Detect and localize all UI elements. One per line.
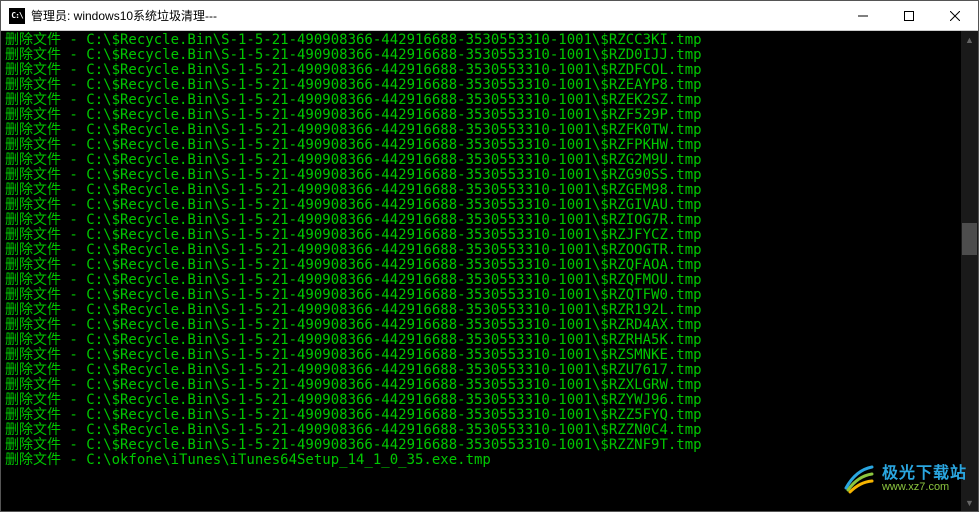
minimize-button[interactable]: [840, 1, 886, 30]
window-frame: C:\ 管理员: windows10系统垃圾清理--- 删除文件 - C:\$R…: [0, 0, 979, 512]
terminal-line: 删除文件 - C:\$Recycle.Bin\S-1-5-21-49090836…: [5, 153, 961, 168]
terminal-line: 删除文件 - C:\$Recycle.Bin\S-1-5-21-49090836…: [5, 93, 961, 108]
maximize-button[interactable]: [886, 1, 932, 30]
titlebar[interactable]: C:\ 管理员: windows10系统垃圾清理---: [1, 1, 978, 31]
terminal-line: 删除文件 - C:\$Recycle.Bin\S-1-5-21-49090836…: [5, 138, 961, 153]
vertical-scrollbar[interactable]: ▲ ▼: [961, 31, 978, 511]
terminal-line: 删除文件 - C:\$Recycle.Bin\S-1-5-21-49090836…: [5, 108, 961, 123]
terminal-line: 删除文件 - C:\$Recycle.Bin\S-1-5-21-49090836…: [5, 258, 961, 273]
terminal-line: 删除文件 - C:\$Recycle.Bin\S-1-5-21-49090836…: [5, 378, 961, 393]
terminal-line: 删除文件 - C:\$Recycle.Bin\S-1-5-21-49090836…: [5, 423, 961, 438]
terminal-line: 删除文件 - C:\$Recycle.Bin\S-1-5-21-49090836…: [5, 288, 961, 303]
terminal-line: 删除文件 - C:\$Recycle.Bin\S-1-5-21-49090836…: [5, 213, 961, 228]
terminal-line: 删除文件 - C:\$Recycle.Bin\S-1-5-21-49090836…: [5, 243, 961, 258]
terminal-line: 删除文件 - C:\$Recycle.Bin\S-1-5-21-49090836…: [5, 348, 961, 363]
terminal-line: 删除文件 - C:\$Recycle.Bin\S-1-5-21-49090836…: [5, 63, 961, 78]
terminal-line: 删除文件 - C:\$Recycle.Bin\S-1-5-21-49090836…: [5, 318, 961, 333]
terminal-line: 删除文件 - C:\$Recycle.Bin\S-1-5-21-49090836…: [5, 273, 961, 288]
scroll-down-arrow[interactable]: ▼: [961, 494, 978, 511]
terminal-line: 删除文件 - C:\$Recycle.Bin\S-1-5-21-49090836…: [5, 438, 961, 453]
scroll-up-arrow[interactable]: ▲: [961, 31, 978, 48]
terminal-line: 删除文件 - C:\$Recycle.Bin\S-1-5-21-49090836…: [5, 33, 961, 48]
terminal-line: 删除文件 - C:\$Recycle.Bin\S-1-5-21-49090836…: [5, 393, 961, 408]
terminal-output: 删除文件 - C:\$Recycle.Bin\S-1-5-21-49090836…: [1, 31, 961, 511]
terminal-line: 删除文件 - C:\$Recycle.Bin\S-1-5-21-49090836…: [5, 408, 961, 423]
terminal-line: 删除文件 - C:\$Recycle.Bin\S-1-5-21-49090836…: [5, 228, 961, 243]
terminal-line: 删除文件 - C:\$Recycle.Bin\S-1-5-21-49090836…: [5, 78, 961, 93]
terminal-body: 删除文件 - C:\$Recycle.Bin\S-1-5-21-49090836…: [1, 31, 978, 511]
window-controls: [840, 1, 978, 30]
terminal-line: 删除文件 - C:\$Recycle.Bin\S-1-5-21-49090836…: [5, 363, 961, 378]
terminal-line: 删除文件 - C:\$Recycle.Bin\S-1-5-21-49090836…: [5, 198, 961, 213]
terminal-line: 删除文件 - C:\$Recycle.Bin\S-1-5-21-49090836…: [5, 303, 961, 318]
terminal-line: 删除文件 - C:\okfone\iTunes\iTunes64Setup_14…: [5, 453, 961, 468]
scroll-thumb[interactable]: [962, 223, 977, 255]
terminal-line: 删除文件 - C:\$Recycle.Bin\S-1-5-21-49090836…: [5, 168, 961, 183]
terminal-line: 删除文件 - C:\$Recycle.Bin\S-1-5-21-49090836…: [5, 183, 961, 198]
terminal-line: 删除文件 - C:\$Recycle.Bin\S-1-5-21-49090836…: [5, 48, 961, 63]
cmd-icon: C:\: [9, 8, 25, 24]
terminal-line: 删除文件 - C:\$Recycle.Bin\S-1-5-21-49090836…: [5, 123, 961, 138]
terminal-line: 删除文件 - C:\$Recycle.Bin\S-1-5-21-49090836…: [5, 333, 961, 348]
close-button[interactable]: [932, 1, 978, 30]
window-title: 管理员: windows10系统垃圾清理---: [31, 7, 840, 24]
